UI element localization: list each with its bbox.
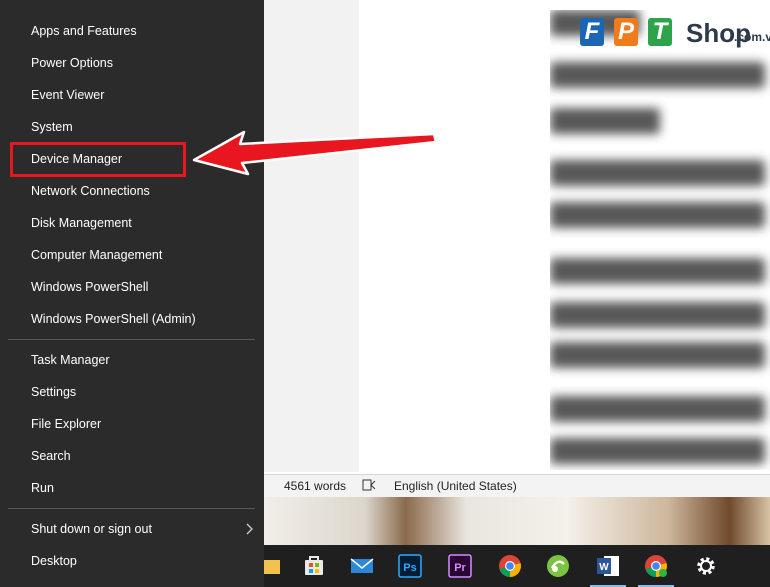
language-indicator[interactable]: English (United States)	[394, 479, 517, 493]
photoshop-icon[interactable]: Ps	[396, 552, 424, 580]
menu-item-label: System	[31, 120, 73, 134]
logo-domain-text: .com.vn	[734, 30, 770, 44]
fpt-shop-logo: F P T Shop .com.vn	[576, 14, 770, 56]
device-manager-highlight-box	[10, 142, 186, 177]
menu-item-label: Run	[31, 481, 54, 495]
word-count[interactable]: 4561 words	[284, 479, 346, 493]
menu-item-label: Task Manager	[31, 353, 110, 367]
logo-letter-p: P	[614, 18, 638, 46]
menu-item-label: Windows PowerShell (Admin)	[31, 312, 196, 326]
desktop-wallpaper	[264, 497, 770, 545]
menu-item-label: Windows PowerShell	[31, 280, 149, 294]
menu-separator	[8, 508, 255, 509]
svg-text:Ps: Ps	[403, 562, 416, 574]
word-icon[interactable]: W	[594, 552, 622, 580]
mail-icon[interactable]	[348, 552, 376, 580]
chevron-right-icon	[246, 523, 253, 535]
menu-item-windows-powershell-admin[interactable]: Windows PowerShell (Admin)	[0, 303, 264, 335]
menu-item-computer-management[interactable]: Computer Management	[0, 239, 264, 271]
menu-separator	[8, 339, 255, 340]
blurred-document-text	[550, 10, 770, 470]
menu-item-label: Network Connections	[31, 184, 150, 198]
menu-item-label: Apps and Features	[31, 24, 137, 38]
word-status-bar: 4561 words English (United States)	[264, 474, 770, 497]
power-user-menu: Apps and Features Power Options Event Vi…	[0, 0, 264, 587]
taskbar: Ps Pr W	[260, 545, 770, 587]
menu-item-label: Settings	[31, 385, 77, 399]
menu-item-label: Computer Management	[31, 248, 163, 262]
settings-icon[interactable]	[692, 552, 720, 580]
chrome-icon[interactable]	[496, 552, 524, 580]
svg-text:Pr: Pr	[454, 562, 466, 574]
logo-letter-f: F	[580, 18, 604, 46]
menu-item-label: Event Viewer	[31, 88, 105, 102]
menu-item-file-explorer[interactable]: File Explorer	[0, 408, 264, 440]
menu-item-apps-and-features[interactable]: Apps and Features	[0, 15, 264, 47]
menu-item-run[interactable]: Run	[0, 472, 264, 504]
menu-item-windows-powershell[interactable]: Windows PowerShell	[0, 271, 264, 303]
red-arrow-icon	[192, 130, 438, 176]
menu-item-disk-management[interactable]: Disk Management	[0, 207, 264, 239]
menu-item-label: File Explorer	[31, 417, 102, 431]
proofing-icon[interactable]	[362, 478, 376, 492]
menu-item-label: Disk Management	[31, 216, 132, 230]
menu-item-power-options[interactable]: Power Options	[0, 47, 264, 79]
menu-item-task-manager[interactable]: Task Manager	[0, 344, 264, 376]
menu-item-label: Search	[31, 449, 71, 463]
menu-item-settings[interactable]: Settings	[0, 376, 264, 408]
menu-item-label: Shut down or sign out	[31, 522, 152, 536]
menu-item-desktop[interactable]: Desktop	[0, 545, 264, 577]
menu-item-label: Desktop	[31, 554, 77, 568]
chrome-profile-icon[interactable]	[642, 552, 670, 580]
menu-item-event-viewer[interactable]: Event Viewer	[0, 79, 264, 111]
menu-item-label: Power Options	[31, 56, 113, 70]
microsoft-store-icon[interactable]	[300, 552, 328, 580]
svg-text:W: W	[599, 562, 609, 573]
green-app-icon[interactable]	[544, 552, 572, 580]
menu-item-shut-down-or-sign-out[interactable]: Shut down or sign out	[0, 513, 264, 545]
logo-letter-t: T	[648, 18, 672, 46]
menu-item-search[interactable]: Search	[0, 440, 264, 472]
premiere-icon[interactable]: Pr	[446, 552, 474, 580]
